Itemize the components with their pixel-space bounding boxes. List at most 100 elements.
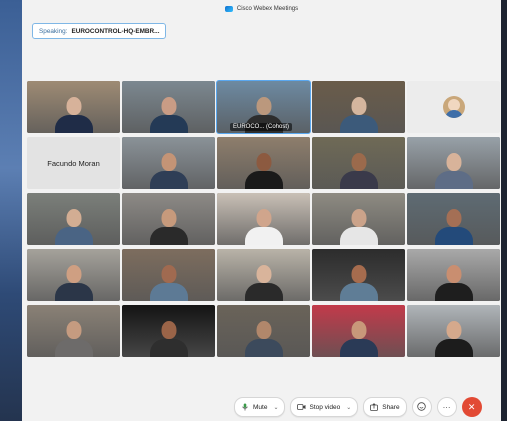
participant-video-tile[interactable] [122,193,215,245]
close-icon: ✕ [467,401,476,412]
participant-head [161,265,176,283]
speaking-indicator: Speaking: EUROCONTROL-HQ-EMBR... [32,23,167,39]
stop-video-label: Stop video [309,403,341,411]
participant-torso [54,227,93,245]
participant-head [66,97,81,115]
participant-figure [149,261,188,301]
participant-torso [339,339,378,357]
participant-head [161,209,176,227]
participant-head [66,209,81,227]
webex-window: Cisco Webex Meetings Speaking: EUROCONTR… [22,0,501,421]
reactions-button[interactable] [411,397,432,417]
participant-head [256,265,271,283]
participant-name-tile[interactable]: Facundo Moran [27,137,120,189]
participant-name-label: EUROCO... (Cohost) [230,123,293,131]
participant-figure [339,93,378,133]
more-options-button[interactable]: ··· [436,397,457,417]
participant-avatar-tile[interactable] [407,81,500,133]
participant-video-tile[interactable] [217,137,310,189]
participant-video-tile[interactable] [407,249,500,301]
participant-figure [339,205,378,245]
participant-video-tile[interactable] [122,137,215,189]
participant-video-tile[interactable] [312,249,405,301]
mute-button[interactable]: Mute ⌄ [234,397,286,417]
participant-torso [339,283,378,301]
speaking-label: Speaking: [39,27,68,35]
participant-torso [54,283,93,301]
participant-name: Facundo Moran [47,158,100,168]
participant-head [66,321,81,339]
participant-torso [149,283,188,301]
participant-video-tile[interactable] [122,305,215,357]
participant-torso [54,339,93,357]
participant-head [446,209,461,227]
end-meeting-button[interactable]: ✕ [461,397,482,417]
participant-figure [434,205,473,245]
video-camera-icon [297,403,306,411]
participant-torso [149,227,188,245]
participant-video-tile[interactable] [122,81,215,133]
window-title: Cisco Webex Meetings [236,6,299,12]
participant-torso [339,171,378,189]
participant-video-tile[interactable] [312,137,405,189]
participant-figure [339,317,378,357]
participant-video-tile[interactable] [312,305,405,357]
participant-torso [149,171,188,189]
participant-video-tile[interactable]: EUROCO... (Cohost) [216,80,311,134]
participant-video-tile[interactable] [217,249,310,301]
participant-video-tile[interactable] [27,249,120,301]
participant-head [256,97,271,115]
participant-head [446,153,461,171]
background-right-edge [501,0,507,421]
participant-head [161,153,176,171]
participant-figure [149,149,188,189]
mute-label: Mute [253,403,268,411]
participant-head [351,321,366,339]
participant-torso [244,227,283,245]
meeting-controls: Mute ⌄ Stop video ⌄ Share ··· ✕ [234,397,482,417]
avatar [442,96,465,118]
participant-head [446,265,461,283]
participant-video-tile[interactable] [27,81,120,133]
participant-figure [54,261,93,301]
participant-head [351,209,366,227]
participant-torso [54,115,93,133]
participant-video-tile[interactable] [27,193,120,245]
microphone-icon [241,403,249,411]
participant-torso [434,171,473,189]
participant-head [66,265,81,283]
participant-figure [434,149,473,189]
participant-torso [434,339,473,357]
participant-figure [244,317,283,357]
participant-video-tile[interactable] [407,137,500,189]
participant-head [256,153,271,171]
participant-video-tile[interactable] [217,305,310,357]
participant-head [351,153,366,171]
participant-torso [244,283,283,301]
participant-head [351,97,366,115]
participant-video-tile[interactable] [122,249,215,301]
participant-video-tile[interactable] [407,193,500,245]
participant-torso [149,115,188,133]
chevron-down-icon[interactable]: ⌄ [346,404,351,411]
share-button[interactable]: Share [363,397,407,417]
participant-figure [54,205,93,245]
participant-video-tile[interactable] [27,305,120,357]
participant-torso [339,115,378,133]
participant-figure [149,93,188,133]
stop-video-button[interactable]: Stop video ⌄ [290,397,359,417]
titlebar: Cisco Webex Meetings [22,0,501,18]
participant-video-tile[interactable] [217,193,310,245]
participant-figure [54,317,93,357]
participant-video-tile[interactable] [407,305,500,357]
participant-torso [244,171,283,189]
video-grid: EUROCO... (Cohost) Facundo Moran [27,80,500,357]
participant-head [256,209,271,227]
participant-figure [339,149,378,189]
participant-video-tile[interactable] [312,193,405,245]
participant-video-tile[interactable] [312,81,405,133]
participant-head [351,265,366,283]
chevron-down-icon[interactable]: ⌄ [273,404,278,411]
participant-figure [434,317,473,357]
webex-logo-icon [224,6,233,12]
